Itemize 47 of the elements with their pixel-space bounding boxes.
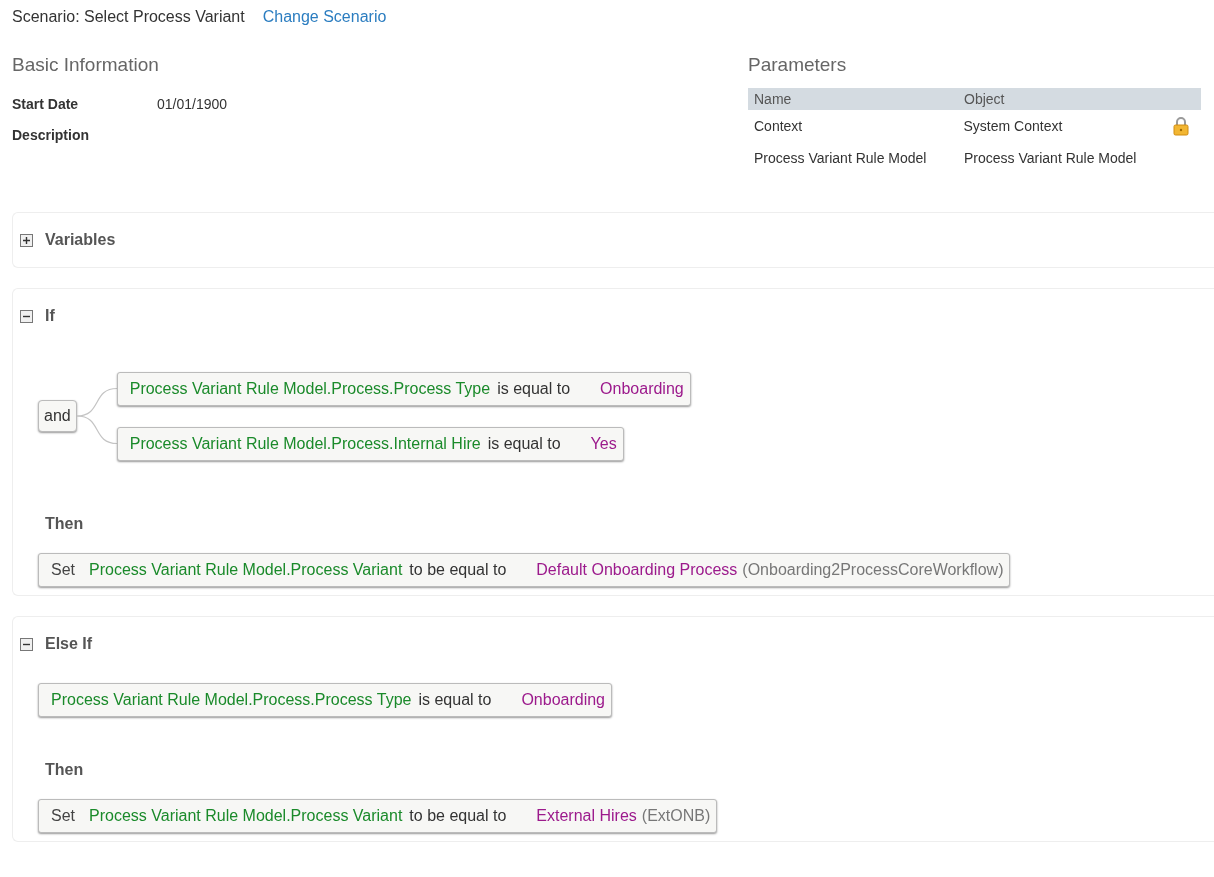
value-code: (Onboarding2ProcessCoreWorkflow): [742, 561, 1004, 579]
value-text: External Hires: [536, 807, 637, 825]
value-text: Onboarding: [600, 379, 684, 398]
field-path: Process Variant Rule Model.Process Variant: [89, 807, 403, 825]
operator-text: to be equal to: [409, 561, 507, 579]
table-cell-text: Context: [754, 118, 804, 134]
then-label: Then: [44, 760, 85, 780]
expand-icon[interactable]: [20, 233, 33, 247]
field-path: Process Variant Rule Model.Process.Process Type: [129, 379, 491, 398]
section-title: If: [45, 307, 55, 325]
condition-expression[interactable]: Process Variant Rule Model.Process.Internal Hire is equal to Yes: [116, 426, 624, 461]
section-heading: Parameters: [748, 54, 848, 76]
condition-expression[interactable]: Process Variant Rule Model.Process.Process Type is equal to Onboarding: [116, 371, 691, 406]
value-text: Yes: [590, 434, 617, 453]
value-text: Onboarding: [521, 691, 605, 709]
collapse-icon[interactable]: [20, 309, 33, 323]
action-expression[interactable]: Set Process Variant Rule Model.Process Variant to be equal to External Hires (ExtONB): [38, 799, 718, 833]
table-cell-text: Process Variant Rule Model: [754, 150, 928, 166]
field-label: Description: [12, 126, 90, 143]
value-code: (ExtONB): [641, 807, 711, 825]
section-title: Variables: [45, 231, 116, 249]
condition-expression[interactable]: Process Variant Rule Model.Process.Process Type is equal to Onboarding: [38, 683, 612, 717]
table-cell-text: Process Variant Rule Model: [964, 150, 1138, 166]
change-scenario-link[interactable]: Change Scenario: [262, 8, 387, 26]
section-heading: Basic Information: [12, 54, 160, 76]
field-path: Process Variant Rule Model.Process Variant: [89, 561, 403, 579]
then-label: Then: [44, 514, 85, 534]
field-value: 01/01/1900: [157, 95, 228, 112]
value-text: Default Onboarding Process: [536, 561, 738, 579]
scenario-title: Scenario: Select Process Variant: [12, 8, 245, 26]
action-verb: Set: [51, 561, 75, 579]
operator-text: is equal to: [497, 379, 571, 398]
action-expression[interactable]: Set Process Variant Rule Model.Process Variant to be equal to Default Onboarding Process (Onboarding2ProcessCoreWorkflow): [38, 553, 1011, 587]
connector-drawing: [76, 387, 117, 445]
field-label: Start Date: [12, 95, 80, 112]
collapse-icon[interactable]: [20, 637, 33, 651]
field-path: Process Variant Rule Model.Process.Internal Hire: [129, 434, 481, 453]
operator-text: is equal to: [418, 691, 492, 709]
operator-text: to be equal to: [409, 807, 507, 825]
operator-text: is equal to: [487, 434, 561, 453]
column-header: Name: [754, 91, 793, 107]
column-header: Object: [964, 91, 1006, 107]
field-path: Process Variant Rule Model.Process.Process Type: [51, 691, 412, 709]
action-verb: Set: [51, 807, 75, 825]
logical-operator[interactable]: and: [38, 400, 77, 432]
table-cell-text: System Context: [963, 118, 1064, 134]
section-title: Else If: [45, 635, 93, 653]
